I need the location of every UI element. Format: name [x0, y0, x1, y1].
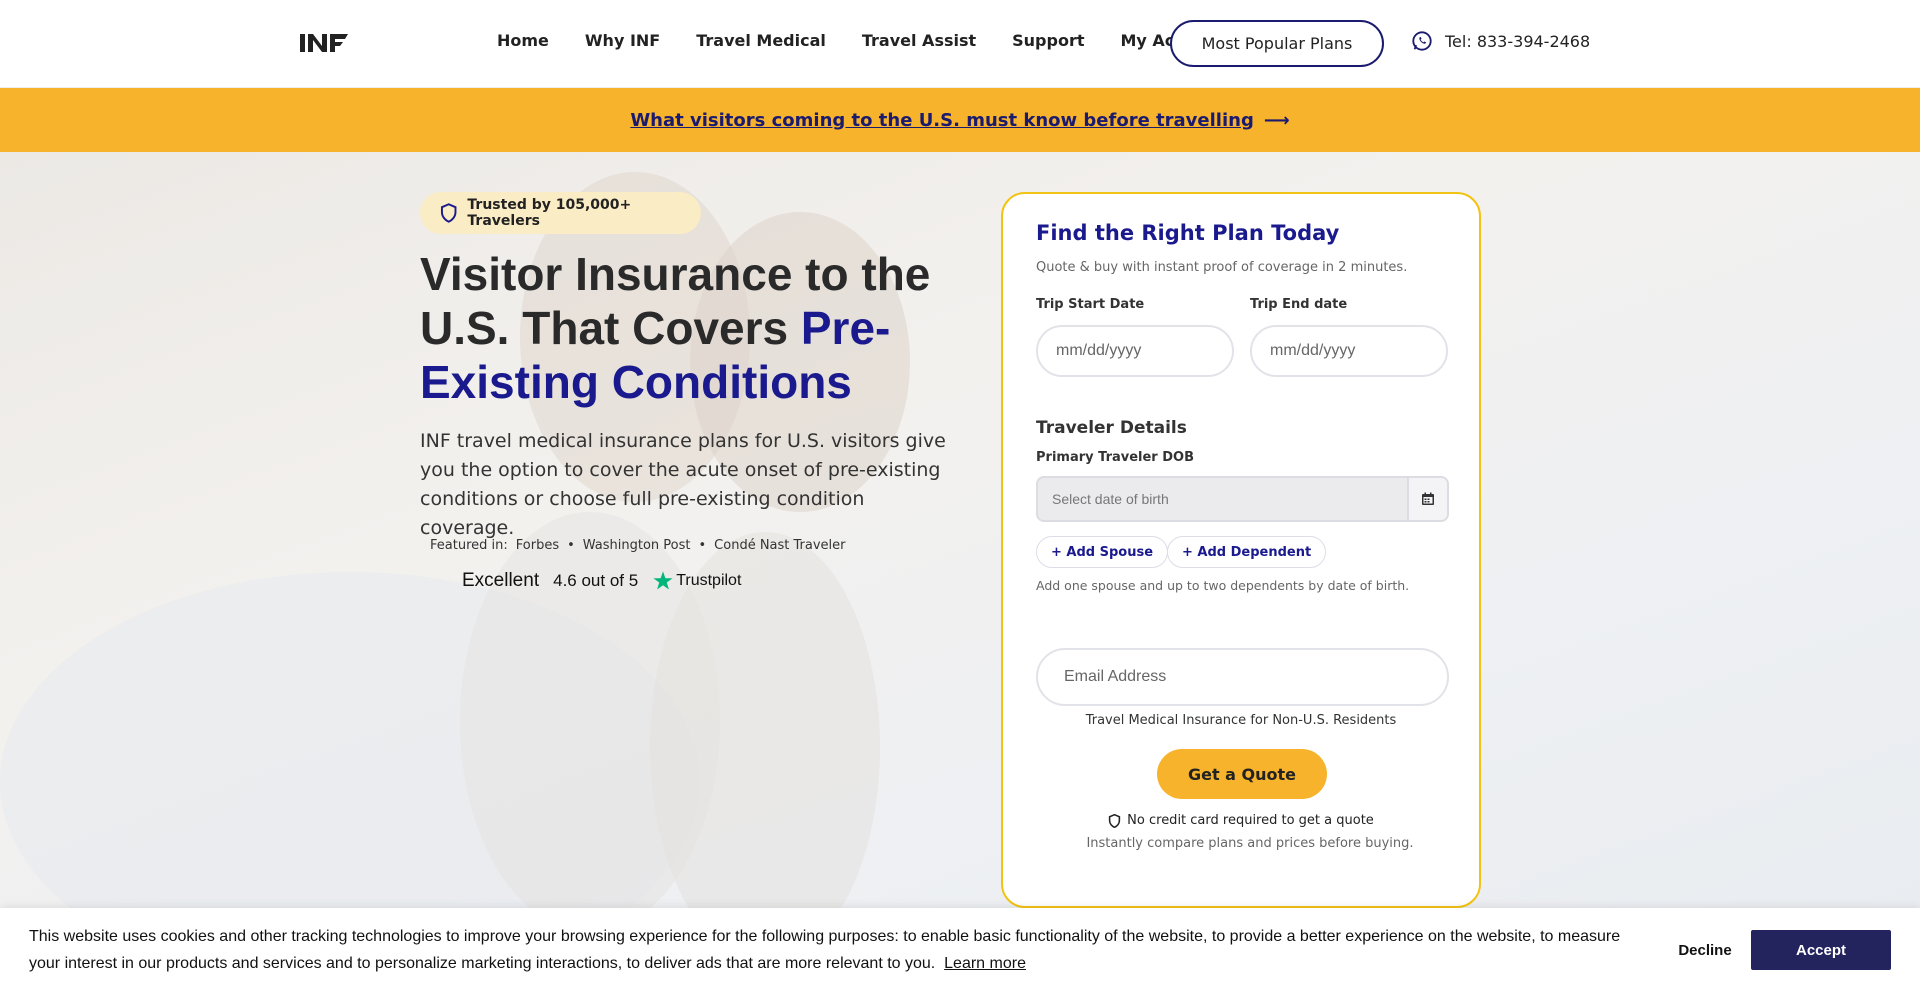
- star-icon: [653, 571, 673, 590]
- add-dependent-button[interactable]: + Add Dependent: [1167, 536, 1327, 568]
- featured-separator: •: [567, 538, 575, 553]
- trusted-text: Trusted by 105,000+ Travelers: [467, 197, 632, 229]
- most-popular-plans-button[interactable]: Most Popular Plans: [1170, 20, 1384, 67]
- trusted-badge: Trusted by 105,000+ Travelers: [420, 192, 701, 234]
- shield-icon: [1109, 813, 1121, 828]
- main-nav: Home Why INF Travel Medical Travel Assis…: [497, 31, 1225, 50]
- nav-travel-assist[interactable]: Travel Assist: [862, 31, 976, 50]
- calendar-icon: [1422, 492, 1434, 505]
- whatsapp-icon: [1412, 31, 1432, 51]
- featured-forbes: Forbes: [515, 538, 560, 553]
- email-field[interactable]: [1036, 648, 1449, 706]
- trip-start-date-input[interactable]: [1036, 325, 1234, 377]
- inf-logo-icon: [300, 34, 348, 52]
- trip-end-label: Trip End date: [1250, 297, 1348, 312]
- quote-form-subtitle: Quote & buy with instant proof of covera…: [1036, 260, 1408, 275]
- nav-support[interactable]: Support: [1012, 31, 1084, 50]
- featured-in: Featured in: Forbes • Washington Post • …: [430, 538, 846, 553]
- no-credit-card-text: No credit card required to get a quote: [1127, 813, 1374, 828]
- hero-subtext: INF travel medical insurance plans for U…: [420, 430, 946, 539]
- calendar-button[interactable]: [1407, 478, 1447, 520]
- trustpilot-brand: Trustpilot: [652, 570, 741, 592]
- hero-section: [0, 152, 1920, 993]
- cookie-text: This website uses cookies and other trac…: [29, 928, 1621, 972]
- featured-conde-nast: Condé Nast Traveler: [714, 538, 846, 553]
- dob-field: [1036, 476, 1449, 522]
- cookie-banner: This website uses cookies and other trac…: [0, 908, 1920, 993]
- accept-button[interactable]: Accept: [1751, 930, 1891, 970]
- site-header: Home Why INF Travel Medical Travel Assis…: [0, 0, 1920, 88]
- traveler-details-heading: Traveler Details: [1036, 418, 1187, 438]
- trip-end-date-input[interactable]: [1250, 325, 1448, 377]
- hero-headline: Visitor Insurance to the U.S. That Cover…: [420, 247, 960, 409]
- arrow-right-icon: ⟶: [1263, 109, 1290, 131]
- announcement-banner: What visitors coming to the U.S. must kn…: [0, 88, 1920, 152]
- add-spouse-button[interactable]: + Add Spouse: [1036, 536, 1169, 568]
- dob-input[interactable]: [1038, 478, 1407, 520]
- decline-button[interactable]: Decline: [1660, 930, 1750, 970]
- nav-home[interactable]: Home: [497, 31, 549, 50]
- primary-dob-label: Primary Traveler DOB: [1036, 450, 1194, 465]
- nav-why-inf[interactable]: Why INF: [585, 31, 660, 50]
- learn-more-link[interactable]: Learn more: [944, 955, 1026, 972]
- quote-form-title: Find the Right Plan Today: [1036, 221, 1340, 245]
- trustpilot-rating-word: Excellent: [462, 570, 540, 591]
- hero-figure-shape: [650, 532, 880, 962]
- visitors-must-know-link[interactable]: What visitors coming to the U.S. must kn…: [630, 110, 1254, 131]
- tmi-label: Travel Medical Insurance for Non-U.S. Re…: [1085, 713, 1397, 728]
- quote-form-card: Find the Right Plan Today Quote & buy wi…: [1001, 192, 1481, 908]
- shield-icon: [440, 203, 457, 223]
- trustpilot-rating: 4.6 out of 5: [553, 571, 639, 590]
- featured-washington-post: Washington Post: [582, 538, 691, 553]
- trustpilot-brand-name: Trustpilot: [676, 572, 742, 589]
- inf-logo[interactable]: [300, 28, 352, 56]
- trip-start-label: Trip Start Date: [1036, 297, 1145, 312]
- traveler-hint: Add one spouse and up to two dependents …: [1036, 578, 1410, 593]
- phone-link[interactable]: Tel: 833-394-2468: [1411, 30, 1590, 52]
- featured-label: Featured in:: [430, 538, 508, 553]
- trustpilot-widget[interactable]: Excellent 4.6 out of 5 Trustpilot: [462, 570, 741, 592]
- phone-number: Tel: 833-394-2468: [1445, 31, 1591, 51]
- get-quote-button[interactable]: Get a Quote: [1157, 749, 1327, 799]
- nav-travel-medical[interactable]: Travel Medical: [696, 31, 826, 50]
- cookie-text-block: This website uses cookies and other trac…: [29, 923, 1649, 977]
- compare-note: Instantly compare plans and prices befor…: [1086, 836, 1414, 851]
- featured-separator: •: [698, 538, 707, 553]
- no-credit-card-note: No credit card required to get a quote: [1003, 813, 1479, 828]
